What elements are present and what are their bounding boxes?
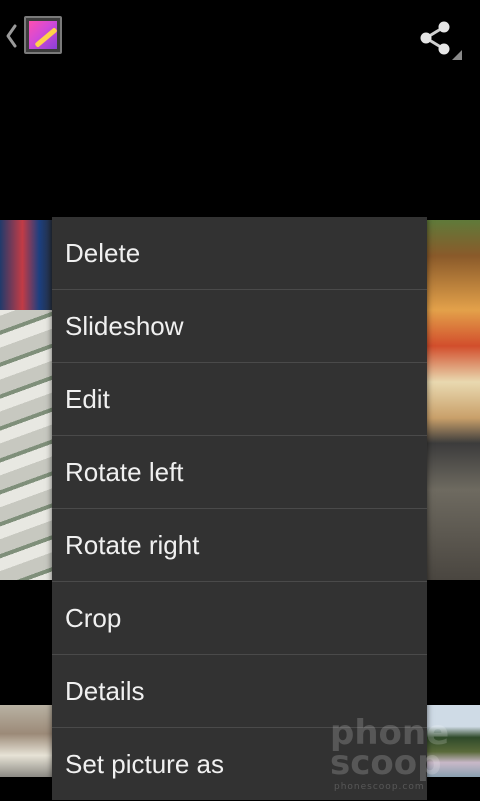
photo-left-top-region [0,220,56,310]
menu-item-rotate-left[interactable]: Rotate left [52,436,427,509]
menu-item-details[interactable]: Details [52,655,427,728]
menu-item-delete[interactable]: Delete [52,217,427,290]
photo-right-region [424,220,480,580]
menu-item-set-picture-as[interactable]: Set picture as [52,728,427,801]
action-bar [0,0,480,72]
overflow-menu: Delete Slideshow Edit Rotate left Rotate… [52,217,427,800]
filmstrip-thumbnail[interactable] [0,705,52,777]
menu-item-rotate-right[interactable]: Rotate right [52,509,427,582]
share-button[interactable] [410,14,464,62]
menu-item-slideshow[interactable]: Slideshow [52,290,427,363]
menu-item-crop[interactable]: Crop [52,582,427,655]
chevron-left-icon[interactable] [4,22,20,50]
filmstrip-thumbnail[interactable] [427,705,480,777]
share-icon [420,21,450,55]
menu-item-edit[interactable]: Edit [52,363,427,436]
overflow-indicator-icon [452,50,462,60]
gallery-app-icon[interactable] [24,16,62,54]
